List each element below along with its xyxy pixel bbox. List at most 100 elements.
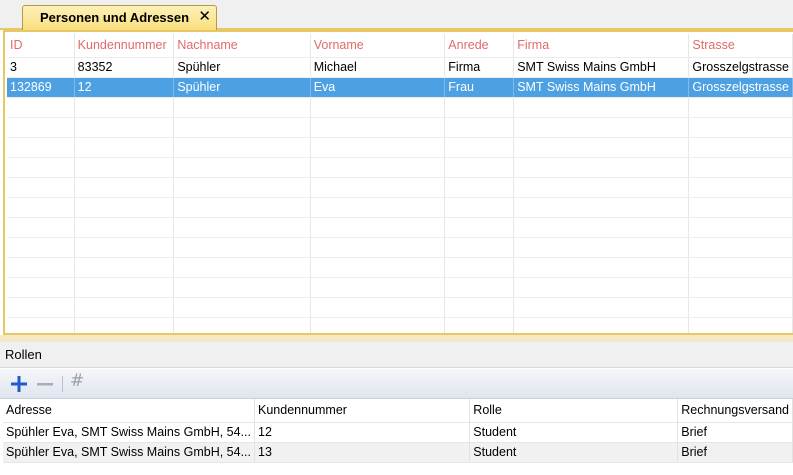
table-row[interactable]: Spühler Eva, SMT Swiss Mains GmbH, 54...…	[3, 442, 793, 463]
cell-rechnungsversand[interactable]: Brief	[677, 442, 793, 463]
cell-nachname[interactable]: Spühler	[173, 77, 311, 98]
empty-cell	[74, 117, 175, 138]
empty-row	[7, 277, 793, 298]
empty-cell	[310, 217, 446, 238]
cell-vorname[interactable]: Eva	[310, 77, 446, 98]
hash-icon[interactable]: #	[70, 371, 84, 391]
cell-adresse[interactable]: Spühler Eva, SMT Swiss Mains GmbH, 54...	[3, 442, 255, 463]
column-header-vorname[interactable]: Vorname	[310, 34, 446, 58]
empty-cell	[513, 277, 690, 298]
cell-adresse[interactable]: Spühler Eva, SMT Swiss Mains GmbH, 54...	[3, 422, 255, 443]
empty-cell	[688, 217, 793, 238]
empty-cell	[7, 277, 75, 298]
cell-anrede[interactable]: Firma	[444, 57, 515, 78]
column-header-anrede[interactable]: Anrede	[444, 34, 515, 58]
empty-cell	[310, 117, 446, 138]
empty-row	[7, 317, 793, 333]
empty-cell	[310, 257, 446, 278]
empty-row	[7, 217, 793, 238]
cell-rolle[interactable]: Student	[469, 442, 679, 463]
empty-cell	[688, 177, 793, 198]
cell-firma[interactable]: SMT Swiss Mains GmbH	[513, 77, 690, 98]
column-header-kundennummer[interactable]: Kundennummer	[254, 399, 471, 423]
empty-row	[7, 257, 793, 278]
cell-strasse[interactable]: Grosszelgstrasse	[688, 77, 793, 98]
empty-cell	[173, 277, 311, 298]
empty-cell	[513, 197, 690, 218]
column-header-rechnungsversand[interactable]: Rechnungsversand	[677, 399, 793, 423]
cell-id[interactable]: 132869	[7, 77, 75, 98]
empty-cell	[7, 117, 75, 138]
table-row[interactable]: Spühler Eva, SMT Swiss Mains GmbH, 54...…	[3, 422, 793, 443]
empty-cell	[173, 97, 311, 118]
cell-kundennummer[interactable]: 13	[254, 442, 471, 463]
empty-cell	[444, 137, 515, 158]
empty-cell	[444, 157, 515, 178]
empty-cell	[688, 317, 793, 333]
empty-cell	[173, 157, 311, 178]
column-header-strasse[interactable]: Strasse	[688, 34, 793, 58]
splitter[interactable]	[0, 335, 793, 342]
roles-toolbar: #	[0, 369, 793, 399]
empty-cell	[173, 217, 311, 238]
empty-row	[7, 237, 793, 258]
tab-personen-und-adressen[interactable]: Personen und Adressen ✕	[22, 5, 217, 30]
plus-icon[interactable]	[8, 373, 30, 395]
empty-cell	[513, 137, 690, 158]
empty-cell	[513, 257, 690, 278]
column-header-kundennummer[interactable]: Kundennummer	[74, 34, 175, 58]
persons-grid-frame: ID Kundennummer Nachname Vorname Anrede …	[3, 30, 793, 335]
table-row-selected[interactable]: 132869 12 Spühler Eva Frau SMT Swiss Mai…	[7, 77, 793, 98]
cell-kundennummer[interactable]: 12	[254, 422, 471, 443]
empty-cell	[310, 297, 446, 318]
cell-kundennummer[interactable]: 83352	[74, 57, 175, 78]
cell-id[interactable]: 3	[7, 57, 75, 78]
column-header-adresse[interactable]: Adresse	[3, 399, 255, 423]
cell-anrede[interactable]: Frau	[444, 77, 515, 98]
persons-grid-header: ID Kundennummer Nachname Vorname Anrede …	[7, 34, 793, 58]
cell-nachname[interactable]: Spühler	[173, 57, 311, 78]
column-header-rolle[interactable]: Rolle	[469, 399, 679, 423]
empty-cell	[444, 237, 515, 258]
empty-cell	[444, 317, 515, 333]
close-icon[interactable]: ✕	[198, 8, 211, 26]
cell-rechnungsversand[interactable]: Brief	[677, 422, 793, 443]
empty-cell	[7, 317, 75, 333]
empty-cell	[74, 137, 175, 158]
roles-grid: Adresse Kundennummer Rolle Rechnungsvers…	[3, 399, 793, 475]
cell-kundennummer[interactable]: 12	[74, 77, 175, 98]
cell-vorname[interactable]: Michael	[310, 57, 446, 78]
empty-cell	[513, 317, 690, 333]
empty-cell	[173, 117, 311, 138]
empty-cell	[7, 157, 75, 178]
empty-cell	[173, 297, 311, 318]
empty-cell	[7, 257, 75, 278]
empty-cell	[310, 317, 446, 333]
empty-cell	[74, 197, 175, 218]
empty-cell	[444, 217, 515, 238]
empty-row	[7, 137, 793, 158]
empty-cell	[688, 197, 793, 218]
empty-grid-rows	[7, 97, 793, 333]
table-row[interactable]: 3 83352 Spühler Michael Firma SMT Swiss …	[7, 57, 793, 78]
column-header-id[interactable]: ID	[7, 34, 75, 58]
empty-cell	[173, 237, 311, 258]
cell-strasse[interactable]: Grosszelgstrasse	[688, 57, 793, 78]
empty-cell	[173, 197, 311, 218]
empty-row	[7, 197, 793, 218]
empty-cell	[7, 237, 75, 258]
empty-cell	[513, 237, 690, 258]
column-header-nachname[interactable]: Nachname	[173, 34, 311, 58]
roles-panel-title: Rollen	[0, 342, 793, 368]
empty-cell	[74, 237, 175, 258]
empty-cell	[173, 137, 311, 158]
cell-firma[interactable]: SMT Swiss Mains GmbH	[513, 57, 690, 78]
empty-cell	[74, 277, 175, 298]
empty-cell	[173, 177, 311, 198]
column-header-firma[interactable]: Firma	[513, 34, 690, 58]
empty-row	[7, 157, 793, 178]
minus-icon[interactable]	[34, 373, 56, 395]
empty-cell	[688, 277, 793, 298]
empty-cell	[7, 137, 75, 158]
cell-rolle[interactable]: Student	[469, 422, 679, 443]
